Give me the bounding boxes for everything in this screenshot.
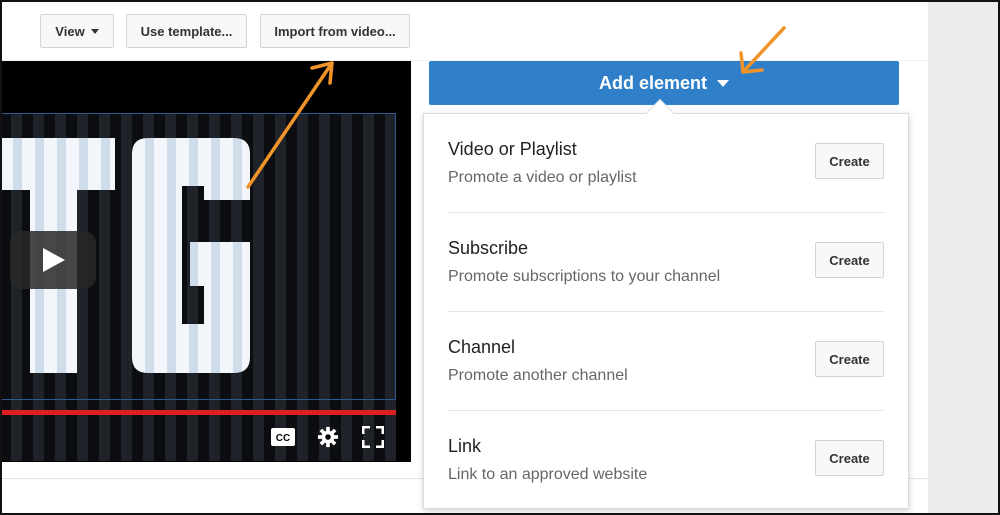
play-icon <box>43 248 65 272</box>
video-preview[interactable]: CC <box>0 61 411 462</box>
menu-item-title: Video or Playlist <box>448 139 577 159</box>
menu-item-title: Channel <box>448 337 516 357</box>
menu-item-link: Link Link to an approved website Create <box>448 411 884 510</box>
view-button[interactable]: View <box>40 14 114 48</box>
menu-item-title: Subscribe <box>448 238 529 258</box>
chevron-down-icon <box>90 28 99 34</box>
gear-icon <box>317 426 339 448</box>
add-element-button[interactable]: Add element <box>429 61 899 105</box>
menu-item-channel: Channel Promote another channel Create <box>448 312 884 411</box>
create-link-button[interactable]: Create <box>815 440 884 476</box>
chevron-down-icon <box>717 79 730 87</box>
menu-item-description: Promote a video or playlist <box>448 169 637 186</box>
menu-item-description: Link to an approved website <box>448 466 648 483</box>
add-element-menu: Video or Playlist Promote a video or pla… <box>423 113 909 509</box>
play-button[interactable] <box>10 231 96 289</box>
use-template-button[interactable]: Use template... <box>126 14 247 48</box>
right-gutter <box>928 0 1000 515</box>
create-subscribe-button[interactable]: Create <box>815 242 884 278</box>
create-channel-button[interactable]: Create <box>815 341 884 377</box>
import-from-video-button[interactable]: Import from video... <box>260 14 410 48</box>
menu-item-subscribe: Subscribe Promote subscriptions to your … <box>448 213 884 312</box>
view-button-label: View <box>55 23 85 39</box>
closed-captions-icon: CC <box>271 428 295 446</box>
captions-button[interactable]: CC <box>270 425 296 449</box>
fullscreen-button[interactable] <box>360 425 386 449</box>
menu-item-description: Promote subscriptions to your channel <box>448 268 721 285</box>
menu-item-title: Link <box>448 436 482 456</box>
fullscreen-icon <box>362 426 384 448</box>
menu-item-video-or-playlist: Video or Playlist Promote a video or pla… <box>448 114 884 213</box>
progress-bar[interactable] <box>0 410 396 415</box>
menu-item-description: Promote another channel <box>448 367 628 384</box>
settings-button[interactable] <box>315 425 341 449</box>
cc-label: CC <box>276 433 290 444</box>
add-element-label: Add element <box>598 72 708 93</box>
create-video-or-playlist-button[interactable]: Create <box>815 143 884 179</box>
